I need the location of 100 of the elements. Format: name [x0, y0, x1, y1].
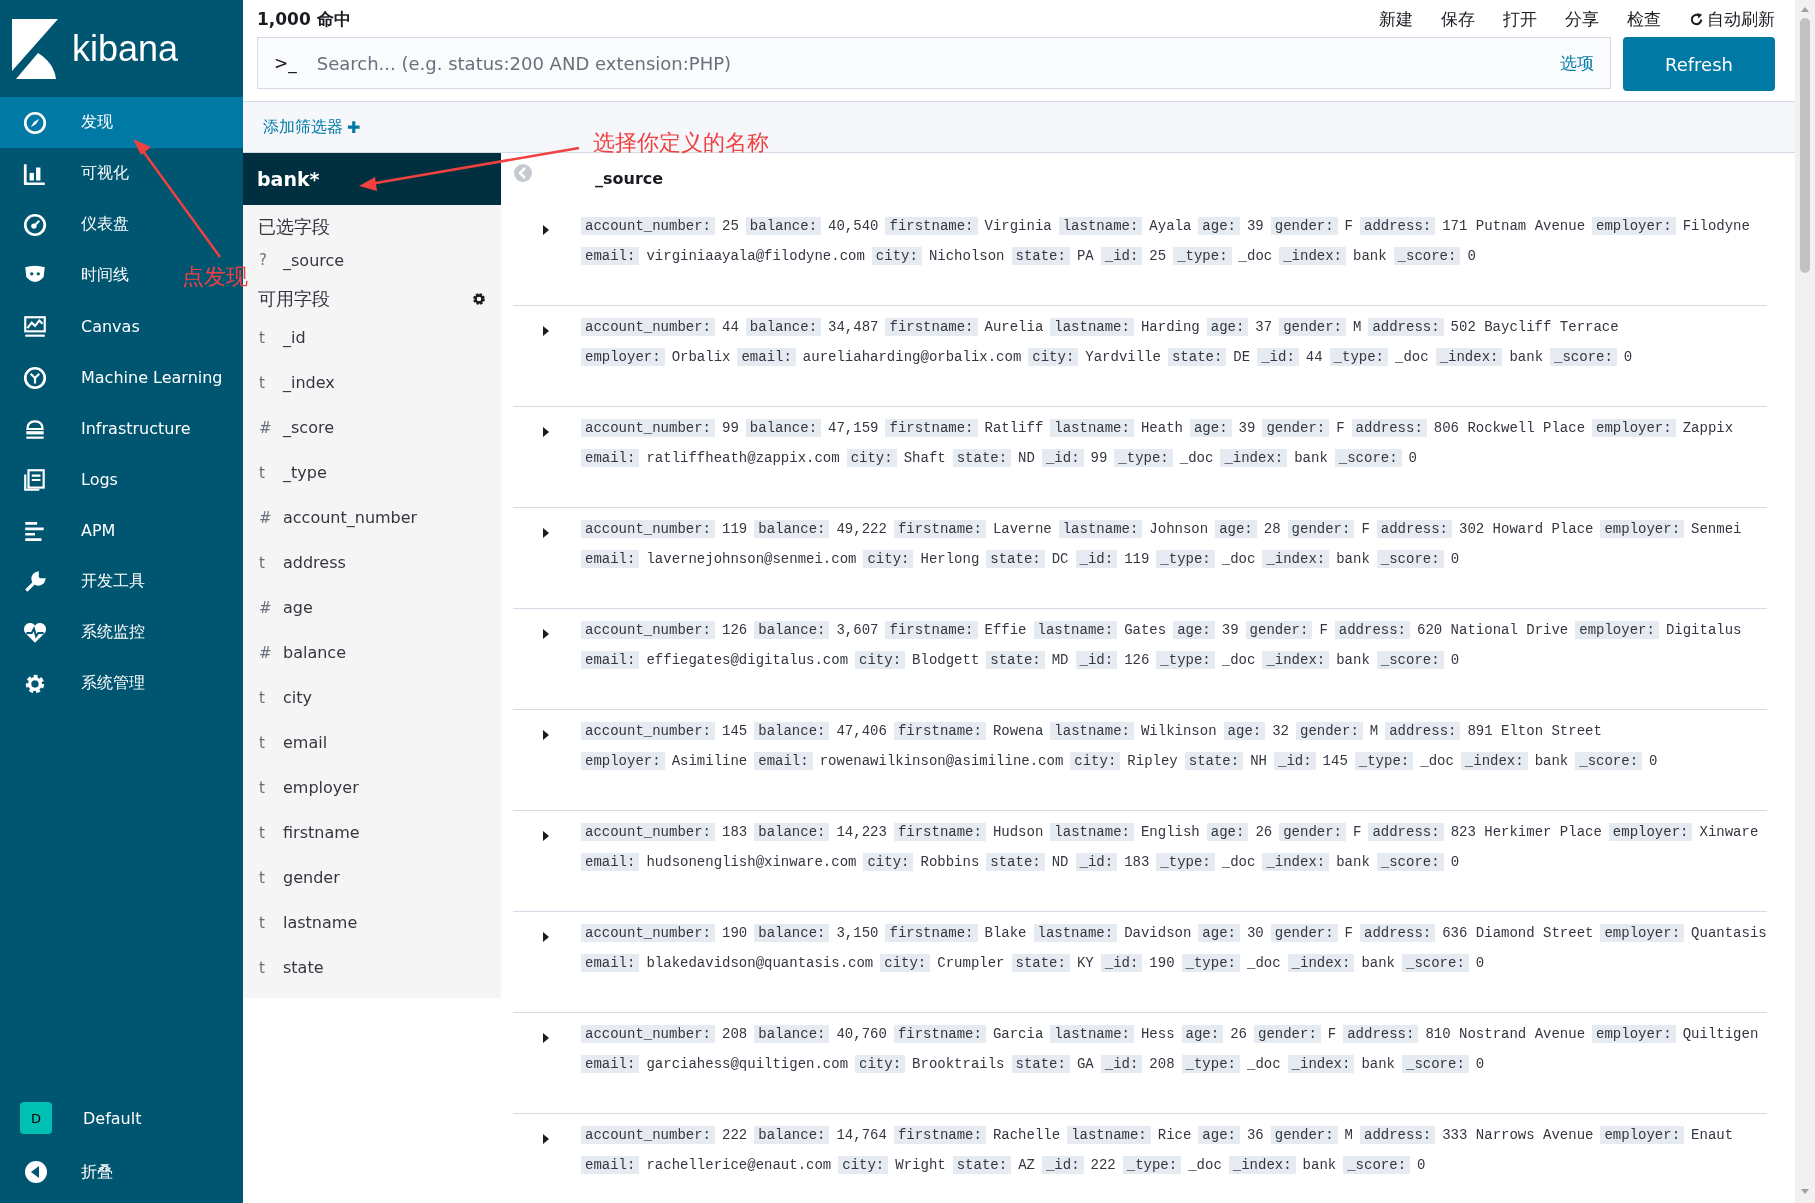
field-key: _index: [1460, 752, 1528, 770]
field-key: address: [1351, 419, 1427, 437]
settings-icon[interactable] [472, 292, 486, 306]
field-key: _index: [1279, 247, 1346, 265]
field-item[interactable]: t address [243, 540, 501, 585]
field-value: GA [1076, 1056, 1094, 1072]
field-item[interactable]: t city [243, 675, 501, 720]
nav-item[interactable]: 发现 [22, 109, 113, 136]
options-link[interactable]: 选项 [1560, 51, 1594, 75]
space-avatar[interactable]: D [20, 1102, 52, 1134]
field-value: 145 [722, 723, 748, 739]
nav-item[interactable]: 可视化 [22, 160, 129, 187]
field-item[interactable]: t _type [243, 450, 501, 495]
field-item[interactable]: t state [243, 945, 501, 990]
nav-item[interactable]: Machine Learning [22, 364, 223, 391]
field-key: _index: [1228, 1156, 1296, 1174]
field-value: 119 [1124, 551, 1150, 567]
auto-refresh-link[interactable]: 自动刷新 [1689, 8, 1775, 31]
field-value: 28 [1263, 521, 1281, 537]
space-name[interactable]: Default [83, 1108, 142, 1128]
field-key: firstname: [893, 823, 986, 841]
field-key: city: [871, 247, 922, 265]
collapse-button[interactable]: 折叠 [0, 1145, 243, 1199]
logo-icon [12, 18, 58, 79]
field-value: 502 Baycliff Terrace [1450, 319, 1619, 335]
field-value: Yardville [1085, 349, 1161, 365]
field-value: _doc [1188, 1157, 1222, 1173]
nav-item[interactable]: 系统管理 [22, 670, 145, 697]
field-value: Asimiline [671, 753, 748, 769]
field-key: firstname: [885, 924, 978, 942]
field-key: gender: [1270, 217, 1338, 235]
scrollbar-thumb[interactable] [1800, 18, 1810, 273]
field-key: state: [1011, 954, 1070, 972]
field-value: 39 [1221, 622, 1239, 638]
field-value: 25 [1149, 248, 1167, 264]
search-field[interactable]: >_ Search... (e.g. status:200 AND extension:PHP) 选项 [257, 37, 1611, 89]
field-item[interactable]: # age [243, 585, 501, 630]
field-value: Xinware [1699, 824, 1759, 840]
field-item[interactable]: t firstname [243, 810, 501, 855]
field-value: 119 [722, 521, 748, 537]
refresh-button[interactable]: Refresh [1623, 37, 1775, 91]
field-value: _doc [1395, 349, 1429, 365]
field-value: F [1344, 925, 1353, 941]
nav-item[interactable]: 系统监控 [22, 619, 145, 646]
field-key: email: [581, 1055, 640, 1073]
menu-link[interactable]: 保存 [1441, 8, 1475, 31]
field-item[interactable]: t email [243, 720, 501, 765]
field-key: city: [880, 954, 931, 972]
field-item[interactable]: t _index [243, 360, 501, 405]
field-item[interactable]: t employer [243, 765, 501, 810]
field-value: 34,487 [828, 319, 879, 335]
field-key: firstname: [893, 1126, 986, 1144]
field-value: bank [1336, 551, 1370, 567]
field-value: Hudson [992, 824, 1044, 840]
menu-link[interactable]: 新建 [1379, 8, 1413, 31]
field-key: _score: [1550, 348, 1617, 366]
field-value: 99 [722, 420, 739, 436]
nav-item[interactable]: Canvas [22, 313, 140, 340]
field-key: age: [1215, 520, 1257, 538]
field-item[interactable]: t lastname [243, 900, 501, 945]
menu-link[interactable]: 分享 [1565, 8, 1599, 31]
field-value: Virginia [984, 218, 1052, 234]
field-key: _type: [1329, 348, 1388, 366]
field-key: address: [1343, 1025, 1419, 1043]
field-value: Wilkinson [1140, 723, 1217, 739]
field-key: firstname: [885, 217, 978, 235]
field-value: M [1353, 319, 1362, 335]
field-value: 39 [1238, 420, 1256, 436]
nav-icon [22, 364, 48, 391]
field-item[interactable]: t _id [243, 315, 501, 360]
menu-link[interactable]: 检查 [1627, 8, 1661, 31]
field-item[interactable]: # balance [243, 630, 501, 675]
add-filter-link[interactable]: 添加筛选器 ✚ [263, 116, 361, 138]
field-key: city: [1070, 752, 1121, 770]
field-item[interactable]: t gender [243, 855, 501, 900]
menu-link[interactable]: 打开 [1503, 8, 1537, 31]
field-key: _id: [1075, 853, 1118, 871]
scrollbar[interactable] [1795, 0, 1815, 1203]
field-key: employer: [581, 348, 665, 366]
field-value: bank [1294, 450, 1328, 466]
field-value: Crumpler [937, 955, 1005, 971]
field-value: 44 [1305, 349, 1323, 365]
field-key: account_number: [581, 419, 716, 437]
field-value: Ripley [1127, 753, 1178, 769]
field-value: Zappix [1682, 420, 1734, 436]
field-item[interactable]: # account_number [243, 495, 501, 540]
nav-item[interactable]: 时间线 [22, 262, 129, 289]
index-pattern-title[interactable]: bank* [243, 153, 501, 205]
field-value: 40,760 [836, 1026, 887, 1042]
field-value: bank [1353, 248, 1387, 264]
nav-item[interactable]: 仪表盘 [22, 211, 129, 238]
field-value: F [1344, 218, 1353, 234]
field-value: 620 National Drive [1417, 622, 1569, 638]
field-value: 0 [1649, 753, 1658, 769]
nav-item[interactable]: 开发工具 [22, 568, 145, 595]
field-item[interactable]: # _score [243, 405, 501, 450]
nav-item[interactable]: Logs [22, 466, 118, 493]
nav-item[interactable]: APM [22, 517, 116, 544]
nav-item[interactable]: Infrastructure [22, 415, 191, 442]
field-key: city: [838, 1156, 889, 1174]
